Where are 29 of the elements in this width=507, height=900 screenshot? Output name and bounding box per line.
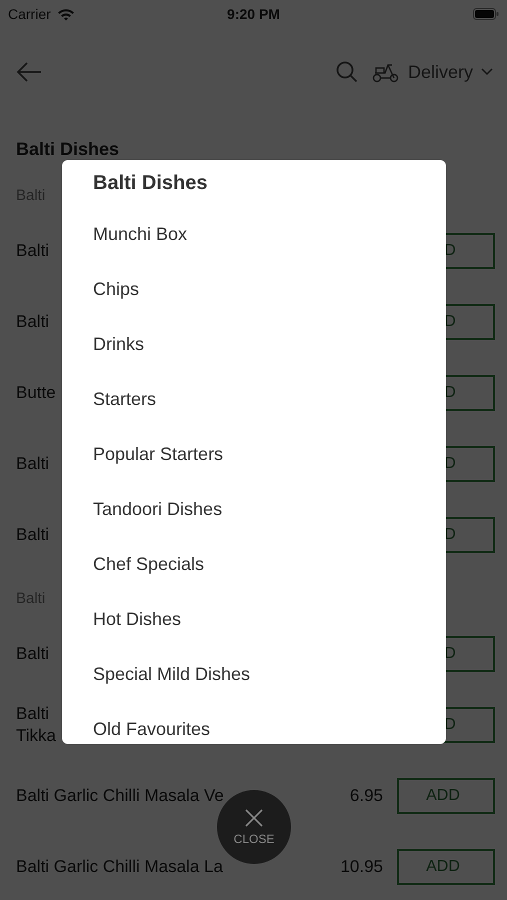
dialog-title: Balti Dishes (93, 172, 208, 195)
category-item[interactable]: Popular Starters (93, 427, 224, 482)
dish-name: Balti (16, 524, 50, 546)
category-heading: Balti Dishes (15, 138, 120, 161)
category-item[interactable]: Starters (93, 372, 156, 427)
dish-price: 6.95 (350, 786, 383, 806)
wifi-icon (56, 8, 75, 20)
dish-name: Butte (16, 382, 56, 404)
close-icon (244, 808, 264, 828)
category-item[interactable]: Chips (93, 262, 140, 317)
carrier-label: Carrier (8, 6, 51, 22)
dish-name: Balti (16, 452, 50, 474)
dish-name: Balti (16, 310, 50, 332)
back-arrow-icon[interactable] (16, 62, 42, 82)
category-item[interactable]: Old Favourites (93, 702, 210, 744)
search-icon[interactable] (336, 61, 358, 83)
category-item[interactable]: Chef Specials (93, 537, 204, 592)
category-item[interactable]: Special Mild Dishes (93, 647, 250, 702)
category-item[interactable]: Hot Dishes (93, 592, 182, 647)
dish-price: 10.95 (340, 856, 383, 876)
chevron-down-icon (481, 68, 493, 76)
category-item[interactable]: Tandoori Dishes (93, 482, 222, 537)
battery-icon (473, 8, 500, 20)
dish-name: Balti Tikka (16, 702, 56, 746)
category-item[interactable]: Munchi Box (93, 207, 188, 262)
category-item[interactable]: Drinks (93, 317, 144, 372)
dish-name: Balti (16, 642, 50, 664)
status-time: 9:20 PM (227, 6, 280, 22)
dish-name: Balti (16, 240, 50, 262)
